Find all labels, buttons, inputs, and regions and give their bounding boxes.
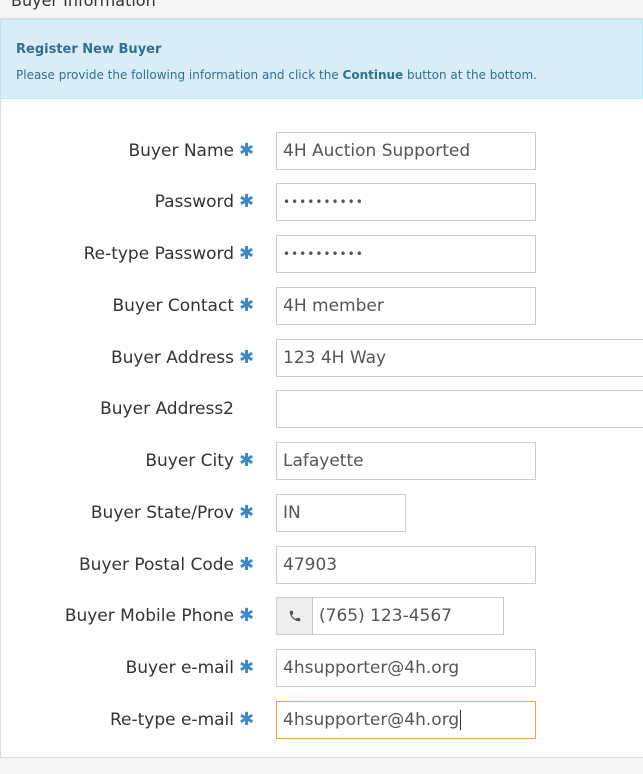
- panel-footer: [0, 757, 643, 774]
- panel-header: Buyer Information: [0, 0, 643, 19]
- retype-email-value: 4hsupporter@4h.org: [283, 710, 460, 730]
- asterisk-icon: ✱: [239, 709, 255, 730]
- text-cursor: [460, 710, 462, 730]
- buyer-state-input[interactable]: IN: [276, 494, 406, 532]
- buyer-mobile-label: Buyer Mobile Phone: [64, 606, 234, 626]
- buyer-postal-label: Buyer Postal Code: [79, 555, 234, 575]
- buyer-state-label: Buyer State/Prov: [90, 503, 234, 523]
- row-password: Password ✱ ••••••••••: [0, 182, 643, 222]
- asterisk-icon: ✱: [239, 502, 255, 523]
- row-buyer-state: Buyer State/Prov ✱ IN: [0, 493, 643, 533]
- password-label: Password: [154, 192, 234, 212]
- info-heading: Register New Buyer: [16, 42, 162, 57]
- buyer-city-label: Buyer City: [145, 451, 234, 471]
- password-input[interactable]: ••••••••••: [276, 183, 536, 221]
- info-alert: Register New Buyer Please provide the fo…: [0, 19, 643, 99]
- info-text-continue: Continue: [342, 68, 404, 82]
- buyer-name-label: Buyer Name: [128, 141, 234, 161]
- asterisk-icon: ✱: [239, 450, 255, 471]
- row-buyer-address2: Buyer Address2: [0, 389, 643, 429]
- info-text-before: Please provide the following information…: [16, 68, 343, 82]
- buyer-contact-input[interactable]: 4H member: [276, 287, 536, 325]
- retype-password-input[interactable]: ••••••••••: [276, 235, 536, 273]
- asterisk-icon: ✱: [239, 347, 255, 368]
- row-buyer-mobile: Buyer Mobile Phone ✱ (765) 123-4567: [0, 596, 643, 636]
- retype-password-label: Re-type Password: [83, 244, 234, 264]
- buyer-name-input[interactable]: 4H Auction Supported: [276, 132, 536, 170]
- buyer-address2-input[interactable]: [276, 390, 643, 428]
- asterisk-icon: ✱: [239, 554, 255, 575]
- row-buyer-address: Buyer Address ✱ 123 4H Way: [0, 338, 643, 378]
- asterisk-icon: ✱: [239, 657, 255, 678]
- asterisk-icon: ✱: [239, 140, 255, 161]
- retype-email-label: Re-type e-mail: [109, 710, 234, 730]
- row-buyer-postal: Buyer Postal Code ✱ 47903: [0, 545, 643, 585]
- buyer-postal-input[interactable]: 47903: [276, 546, 536, 584]
- buyer-contact-label: Buyer Contact: [112, 296, 235, 316]
- row-buyer-city: Buyer City ✱ Lafayette: [0, 441, 643, 481]
- row-retype-password: Re-type Password ✱ ••••••••••: [0, 234, 643, 274]
- buyer-address2-label: Buyer Address2: [100, 399, 234, 419]
- row-buyer-email: Buyer e-mail ✱ 4hsupporter@4h.org: [0, 648, 643, 688]
- info-text: Please provide the following information…: [16, 68, 537, 82]
- buyer-address-input[interactable]: 123 4H Way: [276, 339, 643, 377]
- buyer-city-input[interactable]: Lafayette: [276, 442, 536, 480]
- info-text-after: button at the bottom.: [403, 68, 537, 82]
- phone-icon: [289, 610, 300, 622]
- row-buyer-contact: Buyer Contact ✱ 4H member: [0, 286, 643, 326]
- buyer-address-label: Buyer Address: [110, 348, 234, 368]
- asterisk-icon: ✱: [239, 191, 255, 212]
- asterisk-icon: ✱: [239, 295, 255, 316]
- retype-email-input[interactable]: 4hsupporter@4h.org: [276, 701, 536, 739]
- asterisk-icon: ✱: [239, 605, 255, 626]
- row-retype-email: Re-type e-mail ✱ 4hsupporter@4h.org: [0, 700, 643, 740]
- buyer-email-label: Buyer e-mail: [125, 658, 234, 678]
- panel-title: Buyer Information: [11, 0, 156, 10]
- buyer-email-input[interactable]: 4hsupporter@4h.org: [276, 649, 536, 687]
- buyer-mobile-input[interactable]: (765) 123-4567: [312, 597, 504, 635]
- asterisk-icon: ✱: [239, 243, 255, 264]
- phone-addon: [276, 597, 313, 635]
- row-buyer-name: Buyer Name ✱ 4H Auction Supported: [0, 131, 643, 171]
